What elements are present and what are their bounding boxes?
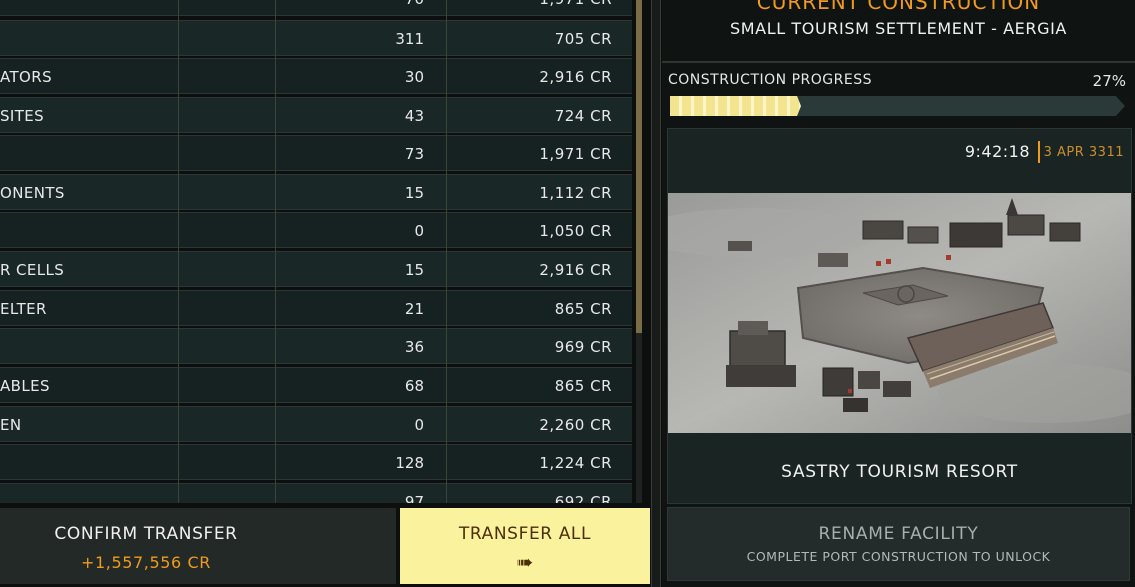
commodity-row[interactable]: 128 1,224 CR bbox=[0, 444, 632, 480]
commodity-row[interactable]: 70 1,971 CR bbox=[0, 0, 632, 16]
commodity-required: 128 bbox=[395, 454, 424, 472]
commodity-name: R CELLS bbox=[0, 261, 65, 279]
commodity-price: 724 CR bbox=[554, 107, 612, 125]
commodity-row[interactable]: R CELLS 15 2,916 CR bbox=[0, 251, 632, 287]
confirm-transfer-label: CONFIRM TRANSFER bbox=[54, 524, 238, 544]
column-divider bbox=[275, 0, 276, 503]
commodity-price: 1,050 CR bbox=[539, 222, 612, 240]
commodity-row[interactable]: EN 0 2,260 CR bbox=[0, 406, 632, 442]
progress-label: CONSTRUCTION PROGRESS bbox=[668, 72, 872, 88]
progress-bar-fill bbox=[670, 96, 801, 116]
commodity-row[interactable]: SITES 43 724 CR bbox=[0, 97, 632, 133]
commodity-name: ABLES bbox=[0, 377, 50, 395]
rename-facility-button[interactable]: RENAME FACILITY COMPLETE PORT CONSTRUCTI… bbox=[667, 507, 1130, 581]
commodity-name: ONENTS bbox=[0, 184, 65, 202]
commodity-required: 43 bbox=[404, 107, 424, 125]
commodity-row[interactable]: ONENTS 15 1,112 CR bbox=[0, 174, 632, 210]
clock-date: 3 APR 3311 bbox=[1043, 145, 1124, 160]
facility-name: SASTRY TOURISM RESORT bbox=[781, 462, 1018, 482]
commodity-price: 2,260 CR bbox=[539, 416, 612, 434]
commodity-table: 70 1,971 CR 311 705 CR ATORS 30 2,916 CR SITES 4… bbox=[0, 0, 632, 503]
transfer-all-button[interactable]: TRANSFER ALL ➠ bbox=[400, 508, 650, 584]
column-divider bbox=[178, 0, 179, 503]
clock-time: 9:42:18 bbox=[964, 142, 1030, 161]
commodity-row[interactable]: 36 969 CR bbox=[0, 328, 632, 364]
commodity-price: 1,112 CR bbox=[539, 184, 612, 202]
rename-facility-label: RENAME FACILITY bbox=[818, 524, 979, 544]
commodity-required: 30 bbox=[404, 68, 424, 86]
commodity-price: 692 CR bbox=[554, 493, 612, 503]
panel-heading: CURRENT CONSTRUCTION bbox=[756, 0, 1041, 14]
commodity-required: 15 bbox=[404, 184, 424, 202]
commodity-required: 73 bbox=[404, 145, 424, 163]
commodity-price: 2,916 CR bbox=[539, 261, 612, 279]
transfer-amount: +1,557,556 CR bbox=[80, 553, 211, 572]
clock-separator bbox=[1038, 141, 1040, 163]
commodity-price: 969 CR bbox=[554, 338, 612, 356]
progress-bar bbox=[670, 96, 1125, 116]
column-divider bbox=[446, 0, 447, 503]
commodity-required: 311 bbox=[395, 30, 424, 48]
commodity-row[interactable]: 311 705 CR bbox=[0, 20, 632, 56]
confirm-transfer-button[interactable]: CONFIRM TRANSFER +1,557,556 CR bbox=[0, 508, 396, 584]
commodity-price: 2,916 CR bbox=[539, 68, 612, 86]
commodity-price: 1,971 CR bbox=[539, 0, 612, 17]
commodity-name: ELTER bbox=[0, 300, 47, 318]
commodity-name: SITES bbox=[0, 107, 45, 125]
commodity-required: 0 bbox=[414, 222, 424, 240]
commodity-required: 70 bbox=[405, 0, 424, 17]
commodity-required: 21 bbox=[404, 300, 424, 318]
commodity-price: 1,224 CR bbox=[539, 454, 612, 472]
panel-divider bbox=[651, 0, 661, 587]
transfer-all-label: TRANSFER ALL bbox=[458, 524, 592, 544]
commodity-required: 0 bbox=[414, 416, 424, 434]
commodity-row[interactable]: 0 1,050 CR bbox=[0, 212, 632, 248]
commodity-row[interactable]: ABLES 68 865 CR bbox=[0, 367, 632, 403]
scrollbar-thumb[interactable] bbox=[636, 0, 642, 333]
commodity-price: 705 CR bbox=[554, 30, 612, 48]
commodity-price: 1,971 CR bbox=[539, 145, 612, 163]
facility-image bbox=[668, 193, 1131, 433]
commodity-required: 97 bbox=[404, 493, 424, 503]
commodity-required: 15 bbox=[404, 261, 424, 279]
commodity-required: 68 bbox=[404, 377, 424, 395]
commodity-price: 865 CR bbox=[554, 300, 612, 318]
construction-panel: CURRENT CONSTRUCTION SMALL TOURISM SETTL… bbox=[662, 0, 1135, 587]
commodity-row[interactable]: ELTER 21 865 CR bbox=[0, 290, 632, 326]
progress-percent: 27% bbox=[1092, 72, 1126, 90]
commodity-row[interactable]: 73 1,971 CR bbox=[0, 135, 632, 171]
arrow-right-icon: ➠ bbox=[516, 550, 534, 574]
commodity-row[interactable]: 97 692 CR bbox=[0, 483, 632, 503]
commodity-required: 36 bbox=[404, 338, 424, 356]
header-divider bbox=[662, 61, 1135, 63]
rename-unlock-hint: COMPLETE PORT CONSTRUCTION TO UNLOCK bbox=[746, 549, 1051, 564]
commodity-name: EN bbox=[0, 416, 22, 434]
settlement-name: SMALL TOURISM SETTLEMENT - AERGIA bbox=[730, 19, 1067, 38]
commodity-price: 865 CR bbox=[554, 377, 612, 395]
facility-card: 9:42:18 3 APR 3311 SASTRY TOURISM RESORT bbox=[667, 128, 1132, 504]
commodity-row[interactable]: ATORS 30 2,916 CR bbox=[0, 58, 632, 94]
commodity-name: ATORS bbox=[0, 68, 53, 86]
